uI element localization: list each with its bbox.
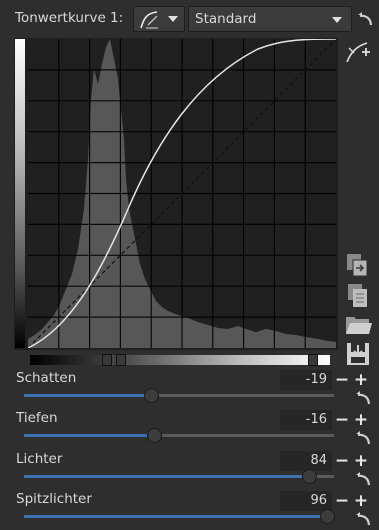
slider-value-input[interactable]: -19 [280, 370, 332, 390]
decrement-button[interactable]: − [334, 492, 350, 510]
slider-label: Tiefen [16, 410, 58, 426]
decrement-button[interactable]: − [334, 452, 350, 470]
output-gradient-bar [15, 39, 25, 348]
highlight-split-handle[interactable] [308, 354, 318, 366]
increment-button[interactable]: + [353, 452, 369, 470]
curve-canvas [28, 39, 336, 348]
preset-select[interactable]: Standard [188, 6, 352, 32]
save-icon[interactable] [343, 340, 373, 368]
curve-type-dropdown[interactable] [133, 6, 185, 32]
curve-pen-icon [140, 11, 158, 29]
preset-value: Standard [195, 11, 257, 27]
reset-icon[interactable] [354, 430, 372, 446]
slider-label: Lichter [16, 451, 63, 467]
increment-button[interactable]: + [353, 371, 369, 389]
slider-knob[interactable] [143, 388, 159, 403]
slider-knob[interactable] [301, 469, 317, 484]
slider-value-input[interactable]: -16 [280, 410, 332, 430]
reset-icon[interactable] [354, 471, 372, 487]
increment-button[interactable]: + [353, 492, 369, 510]
shadow-split-handle[interactable] [102, 354, 112, 366]
slider-track[interactable] [24, 475, 334, 478]
slider-track[interactable] [24, 434, 334, 437]
slider-label: Schatten [16, 370, 77, 386]
slider-depths: Tiefen -16 − + [0, 410, 379, 450]
reset-icon[interactable] [354, 511, 372, 527]
open-folder-icon[interactable] [343, 310, 373, 338]
reset-icon[interactable] [356, 11, 374, 27]
slider-fill [24, 475, 310, 478]
slider-knob[interactable] [146, 428, 162, 443]
slider-value-input[interactable]: 84 [280, 451, 332, 471]
slider-track[interactable] [24, 394, 334, 397]
slider-fill [24, 394, 152, 397]
slider-lights: Lichter 84 − + [0, 451, 379, 491]
chevron-down-icon [168, 16, 178, 22]
curve-graph[interactable] [28, 39, 336, 348]
increment-button[interactable]: + [353, 411, 369, 429]
slider-fill [24, 434, 155, 437]
decrement-button[interactable]: − [334, 411, 350, 429]
slider-knob[interactable] [320, 509, 336, 524]
slider-value-input[interactable]: 96 [280, 491, 332, 511]
reset-icon[interactable] [354, 390, 372, 406]
chevron-down-icon [332, 17, 342, 23]
slider-track[interactable] [24, 515, 334, 518]
copy-icon[interactable] [343, 251, 373, 279]
slider-label: Spitzlichter [16, 491, 92, 507]
paste-icon[interactable] [343, 281, 373, 309]
slider-highlights: Spitzlichter 96 − + [0, 491, 379, 530]
panel-title: Tonwertkurve 1: [15, 10, 124, 26]
toolbar: Tonwertkurve 1: Standard [0, 0, 379, 36]
slider-shadows: Schatten -19 − + [0, 370, 379, 410]
decrement-button[interactable]: − [334, 371, 350, 389]
edit-points-icon[interactable] [343, 38, 373, 66]
input-gradient-bar [30, 355, 330, 365]
slider-fill [24, 515, 328, 518]
midtone-split-handle[interactable] [116, 354, 126, 366]
